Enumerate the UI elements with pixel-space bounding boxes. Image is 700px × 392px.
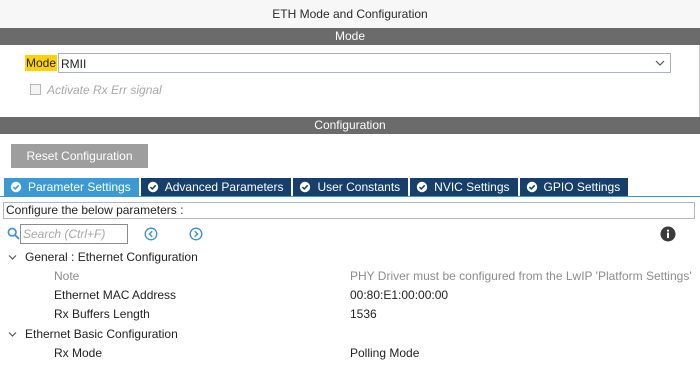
mode-select-value: RMII <box>61 57 87 71</box>
chevron-down-icon <box>655 60 665 66</box>
tab-label: NVIC Settings <box>434 180 510 194</box>
chevron-down-icon[interactable] <box>8 330 17 339</box>
group-general-ethernet-configuration[interactable]: General : Ethernet Configuration <box>0 248 700 267</box>
tab-label: User Constants <box>317 180 401 194</box>
tab-label: Parameter Settings <box>28 180 131 194</box>
parameters-caption: Configure the below parameters : <box>3 202 695 219</box>
check-circle-icon <box>10 181 22 193</box>
info-circle-icon[interactable] <box>660 226 676 242</box>
tab-nvic-settings[interactable]: NVIC Settings <box>410 178 518 196</box>
tab-label: GPIO Settings <box>543 180 621 194</box>
parameter-name: Rx Mode <box>54 346 103 360</box>
parameter-name: Ethernet MAC Address <box>54 288 177 302</box>
parameter-value[interactable]: Polling Mode <box>350 346 419 360</box>
circle-arrow-left-icon[interactable] <box>144 227 158 241</box>
check-circle-icon <box>300 181 311 193</box>
search-icon <box>7 227 20 240</box>
parameter-value: PHY Driver must be configured from the L… <box>350 269 692 283</box>
check-circle-icon <box>147 181 158 193</box>
reset-configuration-button[interactable]: Reset Configuration <box>11 144 148 168</box>
parameter-row[interactable]: Rx Buffers Length 1536 <box>0 305 700 324</box>
parameter-value[interactable]: 00:80:E1:00:00:00 <box>350 288 448 302</box>
tab-label: Advanced Parameters <box>164 180 284 194</box>
mode-select[interactable]: RMII <box>58 53 671 73</box>
parameter-row[interactable]: Ethernet MAC Address 00:80:E1:00:00:00 <box>0 286 700 305</box>
circle-arrow-right-icon[interactable] <box>189 227 203 241</box>
check-circle-icon <box>416 181 428 193</box>
mode-label: Mode <box>25 55 58 71</box>
configuration-section-header: Configuration <box>0 117 700 134</box>
rx-err-checkbox-label: Activate Rx Err signal <box>47 83 162 97</box>
tab-parameter-settings[interactable]: Parameter Settings <box>4 178 139 196</box>
check-circle-icon <box>526 181 537 193</box>
title-bar: ETH Mode and Configuration <box>0 0 700 28</box>
group-title: General : Ethernet Configuration <box>25 250 198 264</box>
rx-err-checkbox[interactable] <box>30 84 41 95</box>
parameter-row[interactable]: Rx Mode Polling Mode <box>0 344 700 363</box>
group-ethernet-basic-configuration[interactable]: Ethernet Basic Configuration <box>0 325 700 344</box>
tab-advanced-parameters[interactable]: Advanced Parameters <box>140 178 292 196</box>
search-input[interactable] <box>20 224 128 244</box>
parameter-name: Note <box>54 269 80 283</box>
tab-user-constants[interactable]: User Constants <box>293 178 409 196</box>
chevron-down-icon[interactable] <box>8 253 17 262</box>
group-title: Ethernet Basic Configuration <box>25 327 178 341</box>
parameter-name: Rx Buffers Length <box>54 307 150 321</box>
parameter-row[interactable]: Note PHY Driver must be configured from … <box>0 267 700 286</box>
tab-gpio-settings[interactable]: GPIO Settings <box>519 178 629 196</box>
window-title: ETH Mode and Configuration <box>272 7 428 21</box>
config-tabs: Parameter Settings Advanced Parameters U… <box>4 178 630 196</box>
mode-section-header: Mode <box>0 28 700 45</box>
tabs-underline <box>0 196 700 197</box>
parameter-value[interactable]: 1536 <box>350 307 377 321</box>
